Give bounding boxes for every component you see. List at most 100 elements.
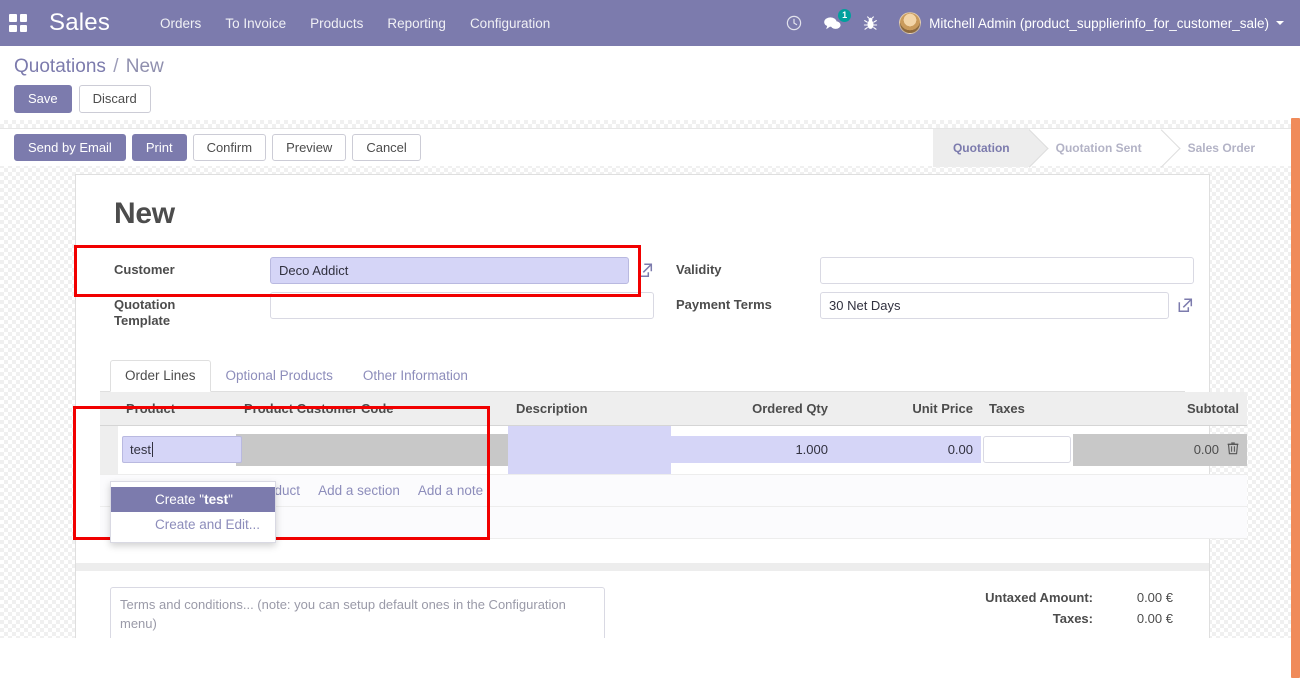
cell-taxes[interactable] <box>981 425 1073 474</box>
menu-item-products[interactable]: Products <box>298 10 375 37</box>
column-description[interactable]: Description <box>508 392 671 426</box>
menu-item-to-invoice[interactable]: To Invoice <box>213 10 298 37</box>
avatar <box>899 12 921 34</box>
status-quotation-sent[interactable]: Quotation Sent <box>1030 129 1162 167</box>
quotation-template-input[interactable] <box>270 292 654 319</box>
top-navbar: Sales Orders To Invoice Products Reporti… <box>0 0 1300 46</box>
cell-ordered-qty[interactable]: 1.000 <box>671 425 836 474</box>
validity-input[interactable] <box>820 257 1194 284</box>
quotation-template-label-line1: Quotation <box>114 297 175 312</box>
user-name-label: Mitchell Admin (product_supplierinfo_for… <box>929 16 1269 31</box>
product-customer-code-value <box>236 434 508 466</box>
terms-and-conditions-input[interactable]: Terms and conditions... (note: you can s… <box>110 587 605 639</box>
external-link-icon[interactable] <box>637 262 654 279</box>
untaxed-amount-value: 0.00 € <box>1093 590 1173 605</box>
form-sheet: New Customer Deco Addict Validity <box>75 174 1210 638</box>
trash-icon[interactable] <box>1227 441 1239 458</box>
ordered-qty-input[interactable]: 1.000 <box>671 436 836 463</box>
menu-item-configuration[interactable]: Configuration <box>458 10 562 37</box>
table-row: test 1.000 <box>100 425 1247 474</box>
customer-input[interactable]: Deco Addict <box>270 257 629 284</box>
confirm-button[interactable]: Confirm <box>193 134 267 162</box>
validity-field-cell <box>820 253 1200 288</box>
cell-subtotal: 0.00 <box>1073 425 1247 474</box>
notebook-tabs: Order Lines Optional Products Other Info… <box>100 360 1185 392</box>
send-by-email-button[interactable]: Send by Email <box>14 134 126 162</box>
column-product-customer-code[interactable]: Product Customer Code <box>236 392 508 426</box>
status-bar: Quotation Quotation Sent Sales Order <box>933 129 1300 167</box>
create-prefix: Create " <box>155 492 204 507</box>
form-fields: Customer Deco Addict Validity <box>100 253 1185 334</box>
page-title: New <box>114 197 1185 231</box>
chevron-down-icon <box>1276 21 1284 25</box>
row-drag-handle[interactable] <box>100 425 118 474</box>
chat-bubble-icon[interactable]: 1 <box>817 8 847 38</box>
add-a-note-link[interactable]: Add a note <box>418 483 483 498</box>
control-panel: Quotations / New Save Discard <box>0 46 1300 120</box>
quotation-template-label: Quotation Template <box>100 288 270 334</box>
payment-terms-input[interactable]: 30 Net Days <box>820 292 1169 319</box>
taxes-label: Taxes: <box>1053 611 1093 626</box>
preview-button[interactable]: Preview <box>272 134 346 162</box>
messages-count-badge: 1 <box>838 9 851 22</box>
tab-optional-products[interactable]: Optional Products <box>211 360 348 392</box>
cell-product[interactable]: test <box>118 425 236 474</box>
create-suffix: " <box>228 492 233 507</box>
product-input[interactable]: test <box>122 436 242 463</box>
autocomplete-create-and-edit-option[interactable]: Create and Edit... <box>111 512 275 537</box>
payment-terms-label: Payment Terms <box>660 288 820 317</box>
apps-grid-icon[interactable] <box>9 14 27 32</box>
text-cursor <box>152 442 153 457</box>
cell-unit-price[interactable]: 0.00 <box>836 425 981 474</box>
column-product[interactable]: Product <box>118 392 236 426</box>
untaxed-amount-label: Untaxed Amount: <box>985 590 1093 605</box>
main-menu: Orders To Invoice Products Reporting Con… <box>148 10 562 37</box>
menu-item-orders[interactable]: Orders <box>148 10 213 37</box>
description-input[interactable] <box>508 426 671 474</box>
app-brand-sales[interactable]: Sales <box>39 9 120 37</box>
total-untaxed-amount-row: Untaxed Amount: 0.00 € <box>885 587 1173 608</box>
quotation-template-field-cell <box>270 288 660 323</box>
breadcrumb: Quotations / New <box>0 46 1300 82</box>
total-taxes-row: Taxes: 0.00 € <box>885 608 1173 629</box>
column-subtotal[interactable]: Subtotal <box>1073 392 1247 426</box>
cell-description[interactable] <box>508 425 671 474</box>
external-link-icon[interactable] <box>1177 297 1194 314</box>
vertical-scrollbar[interactable] <box>1291 46 1300 638</box>
product-autocomplete-dropdown: Create "test" Create and Edit... <box>110 481 276 543</box>
navbar-right-tools: 1 Mitchell Admin (product_supplierinfo_f… <box>775 8 1300 38</box>
menu-item-reporting[interactable]: Reporting <box>375 10 458 37</box>
tab-order-lines[interactable]: Order Lines <box>110 360 211 392</box>
taxes-total-value: 0.00 € <box>1093 611 1173 626</box>
column-unit-price[interactable]: Unit Price <box>836 392 981 426</box>
section-divider <box>76 563 1209 571</box>
sheet-viewport: New Customer Deco Addict Validity <box>0 166 1300 638</box>
breadcrumb-quotations[interactable]: Quotations <box>14 56 106 77</box>
cell-product-customer-code[interactable] <box>236 425 508 474</box>
sheet-footer: Terms and conditions... (note: you can s… <box>100 571 1185 639</box>
edit-buttons: Save Discard <box>0 82 1300 113</box>
autocomplete-create-option[interactable]: Create "test" <box>111 487 275 512</box>
column-taxes[interactable]: Taxes <box>981 392 1073 426</box>
column-ordered-qty[interactable]: Ordered Qty <box>671 392 836 426</box>
clock-icon[interactable] <box>779 8 809 38</box>
status-quotation[interactable]: Quotation <box>933 129 1030 167</box>
customer-label: Customer <box>100 253 270 282</box>
scrollbar-thumb[interactable] <box>1291 118 1300 678</box>
discard-button[interactable]: Discard <box>79 85 151 113</box>
user-menu[interactable]: Mitchell Admin (product_supplierinfo_for… <box>889 8 1290 38</box>
create-term: test <box>204 492 228 507</box>
taxes-input[interactable] <box>983 436 1071 463</box>
drag-handle-column <box>100 392 118 426</box>
cancel-button[interactable]: Cancel <box>352 134 420 162</box>
payment-terms-field-cell: 30 Net Days <box>820 288 1200 323</box>
action-bar: Send by Email Print Confirm Preview Canc… <box>0 128 1300 166</box>
tab-other-information[interactable]: Other Information <box>348 360 483 392</box>
table-header-row: Product Product Customer Code Descriptio… <box>100 392 1247 426</box>
print-button[interactable]: Print <box>132 134 187 162</box>
breadcrumb-separator: / <box>113 56 118 77</box>
add-a-section-link[interactable]: Add a section <box>318 483 400 498</box>
unit-price-input[interactable]: 0.00 <box>836 436 981 463</box>
save-button[interactable]: Save <box>14 85 72 113</box>
bug-icon[interactable] <box>855 8 885 38</box>
